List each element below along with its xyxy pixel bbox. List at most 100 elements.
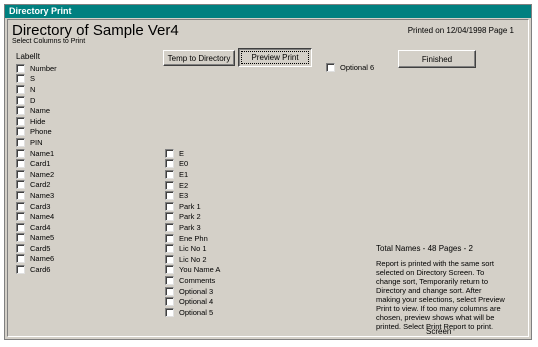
column-checkbox[interactable] [165, 275, 174, 285]
column-checkbox[interactable] [16, 84, 25, 94]
optional6-checkbox[interactable] [326, 62, 335, 72]
column-checkbox-row[interactable]: E [165, 148, 220, 159]
column-checkbox[interactable] [165, 286, 174, 296]
column-checkbox-list-1: Number S N D Name Hide Phone PIN Name1 Card1 Name2… [16, 63, 57, 275]
column-checkbox[interactable] [165, 254, 174, 264]
column-checkbox-label: Name4 [30, 212, 55, 222]
column-checkbox-row[interactable]: Card3 [16, 201, 57, 212]
column-checkbox[interactable] [16, 265, 25, 275]
column-checkbox-label: Name6 [30, 254, 55, 264]
column-checkbox-label: Card2 [30, 180, 51, 190]
column-checkbox[interactable] [16, 201, 25, 211]
column-checkbox-row[interactable]: Name1 [16, 148, 57, 159]
column-checkbox[interactable] [165, 233, 174, 243]
column-checkbox-row[interactable]: Phone [16, 127, 57, 138]
column-checkbox-row[interactable]: Card4 [16, 222, 57, 233]
column-checkbox[interactable] [16, 169, 25, 179]
column-checkbox[interactable] [165, 307, 174, 317]
column-checkbox-row[interactable]: Hide [16, 116, 57, 127]
column-checkbox[interactable] [165, 201, 174, 211]
column-checkbox[interactable] [165, 244, 174, 254]
column-checkbox[interactable] [16, 127, 25, 137]
column-checkbox[interactable] [165, 212, 174, 222]
column-checkbox-row[interactable]: N [16, 84, 57, 95]
column-checkbox-label: You Name A [179, 265, 221, 275]
column-checkbox-row[interactable]: Name4 [16, 211, 57, 222]
column-checkbox-list-2: E E0 E1 E2 E3 Park 1 Park 2 Park 3 Ene Phn Lic No… [165, 148, 220, 318]
column-checkbox-label: Name1 [30, 148, 55, 158]
column-checkbox-row[interactable]: Lic No 2 [165, 254, 220, 265]
column-checkbox[interactable] [16, 180, 25, 190]
finished-button[interactable]: Finished [398, 50, 476, 68]
column-checkbox-row[interactable]: Card5 [16, 243, 57, 254]
directory-print-window: Directory Print Directory of Sample Ver4… [4, 4, 532, 340]
totals-label: Total Names - 48 Pages - 2 [376, 244, 473, 253]
column-checkbox-row[interactable]: Lic No 1 [165, 243, 220, 254]
column-checkbox[interactable] [16, 222, 25, 232]
printed-date-label: Printed on 12/04/1998 Page 1 [407, 26, 514, 35]
column-checkbox-row[interactable]: Optional 4 [165, 296, 220, 307]
column-checkbox-row[interactable]: Ene Phn [165, 233, 220, 244]
column-checkbox[interactable] [165, 191, 174, 201]
column-checkbox[interactable] [16, 243, 25, 253]
column-checkbox[interactable] [16, 233, 25, 243]
column-checkbox-label: Card3 [30, 201, 51, 211]
window-title-bar[interactable]: Directory Print [5, 5, 531, 18]
column-checkbox-row[interactable]: Park 1 [165, 201, 220, 212]
column-checkbox-label: Hide [30, 116, 46, 126]
column-checkbox[interactable] [165, 159, 174, 169]
label-header: LabelIt [16, 52, 41, 61]
column-checkbox-row[interactable]: E2 [165, 180, 220, 191]
column-checkbox-label: E0 [179, 159, 189, 169]
column-checkbox[interactable] [165, 297, 174, 307]
column-checkbox-row[interactable]: Card1 [16, 158, 57, 169]
column-checkbox-label: Number [30, 63, 57, 73]
column-checkbox[interactable] [16, 190, 25, 200]
column-checkbox-row[interactable]: Name3 [16, 190, 57, 201]
column-checkbox-label: Park 3 [179, 222, 201, 232]
column-checkbox[interactable] [165, 180, 174, 190]
column-checkbox-row[interactable]: E0 [165, 159, 220, 170]
column-checkbox[interactable] [16, 212, 25, 222]
column-checkbox[interactable] [16, 159, 25, 169]
column-checkbox-row[interactable]: D [16, 95, 57, 106]
column-checkbox[interactable] [16, 137, 25, 147]
column-checkbox-row[interactable]: Park 2 [165, 212, 220, 223]
column-checkbox-row[interactable]: E1 [165, 169, 220, 180]
column-checkbox-row[interactable]: E3 [165, 190, 220, 201]
screen-label: Screen [426, 327, 452, 336]
column-checkbox-row[interactable]: Name5 [16, 233, 57, 244]
column-checkbox[interactable] [16, 106, 25, 116]
column-checkbox-row[interactable]: Card2 [16, 180, 57, 191]
column-checkbox-row[interactable]: Card6 [16, 264, 57, 275]
column-checkbox[interactable] [16, 63, 25, 73]
column-checkbox-row[interactable]: Optional 5 [165, 307, 220, 318]
column-checkbox-row[interactable]: S [16, 74, 57, 85]
column-checkbox-row[interactable]: Name6 [16, 254, 57, 265]
column-checkbox[interactable] [16, 116, 25, 126]
column-checkbox[interactable] [165, 222, 174, 232]
column-checkbox[interactable] [16, 148, 25, 158]
column-checkbox-row[interactable]: Number [16, 63, 57, 74]
column-checkbox-row[interactable]: Optional 3 [165, 286, 220, 297]
preview-print-button[interactable]: Preview Print [238, 48, 312, 67]
column-checkbox-label: S [30, 74, 36, 84]
column-checkbox[interactable] [16, 74, 25, 84]
column-checkbox-row[interactable]: Park 3 [165, 222, 220, 233]
optional6-checkbox-row[interactable]: Optional 6 [326, 62, 374, 73]
temp-to-directory-button[interactable]: Temp to Directory [163, 50, 235, 66]
column-checkbox-row[interactable]: PIN [16, 137, 57, 148]
column-checkbox-row[interactable]: You Name A [165, 265, 220, 276]
column-checkbox[interactable] [165, 148, 174, 158]
column-checkbox-row[interactable]: Comments [165, 275, 220, 286]
column-checkbox-row[interactable]: Name [16, 105, 57, 116]
column-checkbox-label: Optional 5 [179, 307, 214, 317]
column-checkbox[interactable] [16, 95, 25, 105]
select-columns-label: Select Columns to Print [12, 38, 86, 45]
column-checkbox-label: Card6 [30, 265, 51, 275]
column-checkbox[interactable] [165, 169, 174, 179]
column-checkbox[interactable] [165, 265, 174, 275]
column-checkbox-label: Park 2 [179, 212, 201, 222]
column-checkbox[interactable] [16, 254, 25, 264]
column-checkbox-row[interactable]: Name2 [16, 169, 57, 180]
